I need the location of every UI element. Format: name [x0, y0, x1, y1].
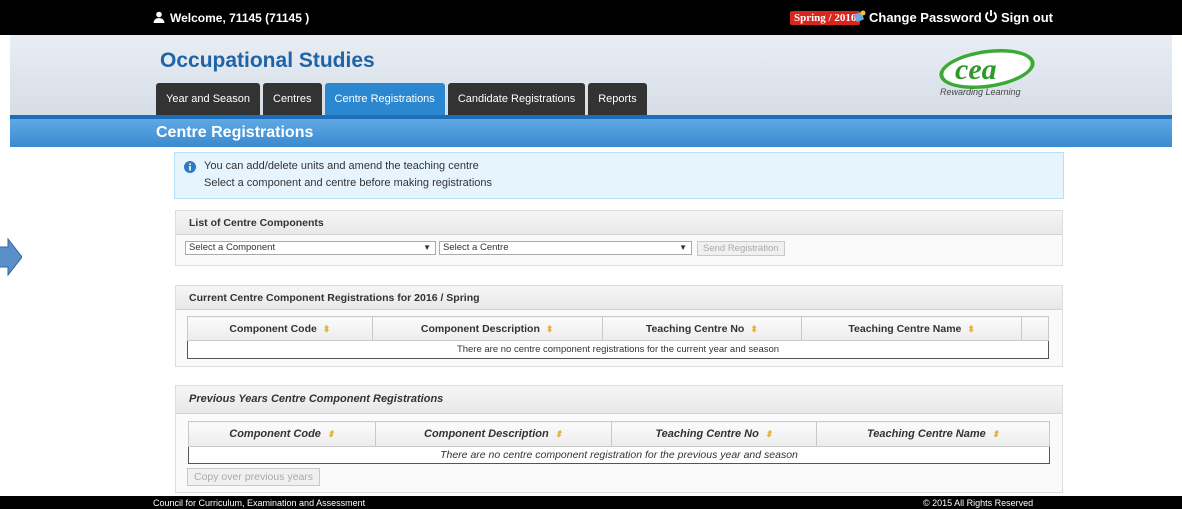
- component-select[interactable]: Select a Component ▼: [185, 241, 436, 255]
- info-alert: You can add/delete units and amend the t…: [174, 152, 1064, 199]
- column-header[interactable]: Component Description ⬍: [374, 421, 612, 447]
- tab-reports[interactable]: Reports: [588, 83, 647, 115]
- table-header-row: Component Code ⬍ Component Description ⬍ T…: [187, 316, 1049, 341]
- change-password-link[interactable]: Change Password: [869, 10, 982, 25]
- current-registrations-table: Component Code ⬍ Component Description ⬍ T…: [187, 316, 1049, 359]
- column-header[interactable]: Component Description ⬍: [371, 316, 603, 341]
- info-line-1: You can add/delete units and amend the t…: [204, 160, 479, 172]
- copy-previous-years-button[interactable]: Copy over previous years: [187, 468, 321, 486]
- page-title: Centre Registrations: [156, 124, 314, 141]
- power-icon[interactable]: [984, 9, 998, 23]
- tab-centres[interactable]: Centres: [263, 83, 322, 115]
- logo-tagline: Rewarding Learning: [940, 87, 1021, 97]
- sort-icon[interactable]: ⬍: [546, 324, 554, 334]
- panel-title: Previous Years Centre Component Registra…: [189, 393, 444, 405]
- key-icon: [854, 10, 866, 22]
- logo-text: cea: [955, 53, 997, 86]
- previous-registrations-panel: Previous Years Centre Component Registra…: [175, 385, 1063, 493]
- sort-icon[interactable]: ⬍: [555, 429, 563, 439]
- footer: Council for Curriculum, Examination and …: [0, 496, 1182, 509]
- centre-components-panel: List of Centre Components Select a Compo…: [175, 210, 1063, 266]
- info-icon: [184, 161, 196, 173]
- sort-icon[interactable]: ⬍: [327, 429, 335, 439]
- previous-registrations-table: Component Code ⬍ Component Description ⬍ T…: [188, 421, 1050, 464]
- column-header[interactable]: Teaching Centre No ⬍: [601, 316, 803, 341]
- top-bar: Welcome, 71145 (71145 ) Spring / 2016 Ch…: [0, 0, 1182, 35]
- section-bar: Centre Registrations: [10, 119, 1172, 147]
- footer-organisation: Council for Curriculum, Examination and …: [153, 498, 366, 508]
- app-header: Occupational Studies cea Rewarding Learn…: [10, 35, 1172, 115]
- column-header[interactable]: Teaching Centre No ⬍: [610, 421, 818, 447]
- tab-year-and-season[interactable]: Year and Season: [156, 83, 260, 115]
- sort-icon[interactable]: ⬍: [750, 324, 758, 334]
- arrow-right-icon: [0, 237, 22, 277]
- sort-icon[interactable]: ⬍: [967, 324, 975, 334]
- panel-header: List of Centre Components: [176, 211, 1062, 235]
- season-badge: Spring / 2016: [790, 11, 861, 25]
- column-header[interactable]: Teaching Centre Name ⬍: [801, 316, 1023, 341]
- column-header[interactable]: Component Code ⬍: [188, 421, 376, 447]
- dropdown-arrow-icon: ▼: [423, 243, 431, 252]
- panel-title: List of Centre Components: [189, 217, 324, 229]
- footer-copyright: © 2015 All Rights Reserved: [923, 498, 1034, 508]
- centre-select-value: Select a Centre: [443, 242, 509, 253]
- table-row: There are no centre component registrati…: [187, 340, 1049, 359]
- column-header[interactable]: Component Code ⬍: [187, 316, 373, 341]
- send-registration-button[interactable]: Send Registration: [697, 241, 785, 256]
- sort-icon[interactable]: ⬍: [323, 324, 331, 334]
- empty-message: There are no centre component registrati…: [187, 340, 1049, 359]
- empty-message: There are no centre component registrati…: [188, 446, 1050, 464]
- panel-header: Previous Years Centre Component Registra…: [176, 386, 1062, 414]
- tab-candidate-registrations[interactable]: Candidate Registrations: [447, 83, 586, 115]
- welcome-text: Welcome, 71145 (71145 ): [170, 11, 310, 25]
- main-tabs: Year and Season Centres Centre Registrat…: [156, 83, 647, 115]
- info-line-2: Select a component and centre before mak…: [204, 177, 492, 189]
- column-header: [1021, 316, 1049, 341]
- user-icon: [153, 11, 165, 23]
- sort-icon[interactable]: ⬍: [765, 429, 773, 439]
- panel-title: Current Centre Component Registrations f…: [189, 292, 480, 304]
- panel-header: Current Centre Component Registrations f…: [176, 286, 1062, 310]
- sort-icon[interactable]: ⬍: [992, 429, 1000, 439]
- app-title: Occupational Studies: [160, 49, 375, 72]
- dropdown-arrow-icon: ▼: [679, 243, 687, 252]
- table-row: There are no centre component registrati…: [188, 446, 1050, 464]
- column-header[interactable]: Teaching Centre Name ⬍: [816, 421, 1050, 447]
- sign-out-link[interactable]: Sign out: [1001, 10, 1053, 25]
- tab-centre-registrations[interactable]: Centre Registrations: [324, 83, 445, 115]
- current-registrations-panel: Current Centre Component Registrations f…: [175, 285, 1063, 367]
- component-select-value: Select a Component: [189, 242, 276, 253]
- centre-select[interactable]: Select a Centre ▼: [439, 241, 692, 255]
- table-header-row: Component Code ⬍ Component Description ⬍ T…: [188, 421, 1050, 447]
